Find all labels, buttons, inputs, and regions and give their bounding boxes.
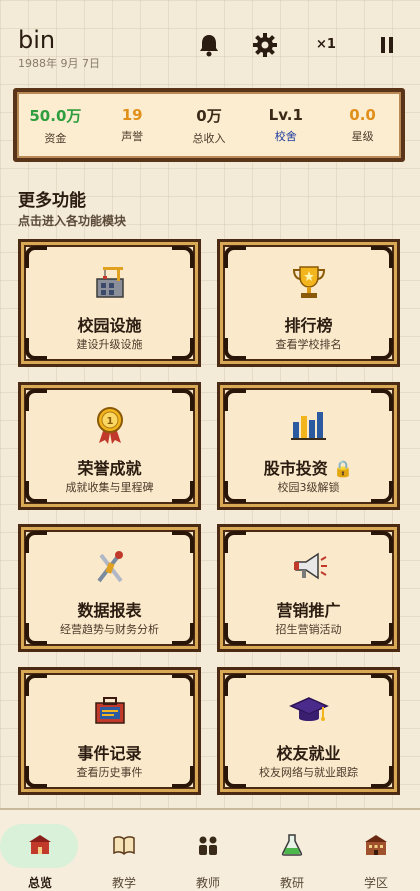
stat-label: 星级 <box>351 130 374 143</box>
card-subtitle: 招生营销活动 <box>275 623 342 636</box>
stat-star-rating: 0.0 星级 <box>328 106 398 144</box>
trophy-icon <box>220 262 397 302</box>
construction-icon <box>21 262 198 302</box>
card-title: 荣誉成就 <box>77 459 142 478</box>
card-subtitle: 查看历史事件 <box>76 766 143 779</box>
card-data-reports[interactable]: 数据报表 经营趋势与财务分析 <box>18 524 201 652</box>
nav-label: 教学 <box>111 876 136 890</box>
speed-toggle[interactable]: ×1 <box>316 37 336 52</box>
flask-icon <box>281 834 303 856</box>
top-bar: bin 1988年 9月 7日 ×1 <box>0 0 420 80</box>
graduation-cap-icon <box>220 690 397 730</box>
stat-reputation: 19 声誉 <box>97 106 167 144</box>
section-title: 更多功能 <box>18 191 86 211</box>
svg-text:1: 1 <box>106 416 113 427</box>
tools-icon <box>21 547 198 587</box>
stat-value: Lv.1 <box>268 106 303 124</box>
book-icon <box>113 836 135 856</box>
nav-label: 学区 <box>363 876 388 890</box>
card-title: 排行榜 <box>284 316 333 335</box>
stat-funds: 50.0万 资金 <box>20 105 90 146</box>
toolbox-icon <box>21 690 198 730</box>
nav-label: 教师 <box>195 876 220 890</box>
nav-tab-overview[interactable]: 总览 <box>0 828 80 890</box>
card-title: 校友就业 <box>276 744 341 763</box>
stat-building-level[interactable]: Lv.1 校舍 <box>251 106 321 144</box>
stat-label: 总收入 <box>192 131 226 145</box>
stat-label: 声誉 <box>121 130 144 143</box>
card-subtitle: 校园3级解锁 <box>277 481 340 494</box>
card-leaderboard[interactable]: 排行榜 查看学校排名 <box>217 239 400 367</box>
stat-value: 0.0 <box>349 106 376 124</box>
card-title: 事件记录 <box>77 744 142 763</box>
nav-tab-teachers[interactable]: 教师 <box>168 828 248 890</box>
nav-tab-teaching[interactable]: 教学 <box>84 828 164 890</box>
card-stock-investment[interactable]: 股市投资 🔒 校园3级解锁 <box>217 382 400 510</box>
medal-icon: 1 <box>21 405 198 445</box>
stat-income: 0万 总收入 <box>174 105 244 146</box>
gear-icon[interactable] <box>252 32 278 58</box>
pause-icon[interactable] <box>374 32 400 58</box>
stat-value: 19 <box>121 106 143 124</box>
card-subtitle: 校友网络与就业跟踪 <box>259 766 358 779</box>
card-marketing[interactable]: 营销推广 招生营销活动 <box>217 524 400 652</box>
nav-label: 总览 <box>27 876 52 890</box>
megaphone-icon <box>220 547 397 587</box>
card-honors-achievements[interactable]: 1 荣誉成就 成就收集与里程碑 <box>18 382 201 510</box>
card-campus-facilities[interactable]: 校园设施 建设升级设施 <box>18 239 201 367</box>
district-icon <box>365 835 387 855</box>
stat-value: 0万 <box>196 106 222 125</box>
card-subtitle: 查看学校排名 <box>275 338 342 351</box>
card-alumni-employment[interactable]: 校友就业 校友网络与就业跟踪 <box>217 667 400 795</box>
teachers-icon <box>199 836 217 855</box>
bottom-nav: 总览 教学 教师 教研 学区 <box>0 808 420 891</box>
card-title: 数据报表 <box>77 601 142 620</box>
card-title: 营销推广 <box>276 601 341 620</box>
stat-value: 50.0万 <box>29 106 82 125</box>
game-date: 1988年 9月 7日 <box>18 57 100 70</box>
stat-label: 资金 <box>44 131 67 145</box>
nav-tab-research[interactable]: 教研 <box>252 828 332 890</box>
school-icon <box>29 835 51 854</box>
card-subtitle: 经营趋势与财务分析 <box>60 623 159 636</box>
card-title: 股市投资 🔒 <box>263 459 354 478</box>
nav-label: 教研 <box>279 876 304 890</box>
card-subtitle: 成就收集与里程碑 <box>65 481 154 494</box>
card-subtitle: 建设升级设施 <box>76 338 143 351</box>
stats-panel: 50.0万 资金 19 声誉 0万 总收入 Lv.1 校舍 0.0 星级 <box>13 88 405 162</box>
nav-tab-district[interactable]: 学区 <box>336 828 416 890</box>
card-title: 校园设施 <box>77 316 142 335</box>
stat-label: 校舍 <box>274 130 297 143</box>
player-name: bin <box>18 26 56 54</box>
bell-icon[interactable] <box>196 32 222 58</box>
card-event-log[interactable]: 事件记录 查看历史事件 <box>18 667 201 795</box>
section-subtitle: 点击进入各功能模块 <box>18 214 127 228</box>
stock-icon <box>220 405 397 445</box>
